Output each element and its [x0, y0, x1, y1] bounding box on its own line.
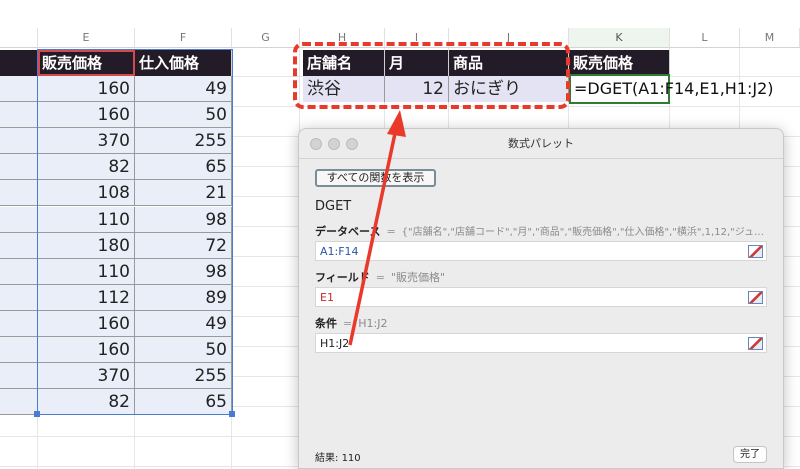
cell-sale-price[interactable]: 160	[38, 310, 135, 337]
column-header-m[interactable]: M	[740, 28, 800, 48]
column-header-l[interactable]: L	[670, 28, 740, 48]
cell-sale-price[interactable]: 370	[38, 363, 135, 390]
table-row-stub[interactable]	[0, 310, 38, 337]
formula-cell[interactable]: =DGET(A1:F14,E1,H1:J2)	[569, 74, 774, 104]
dialog-titlebar[interactable]: 数式パレット	[299, 129, 783, 159]
arg-criteria-eq: =	[343, 317, 353, 330]
arg-database-label-row: データベース = {"店舗名","店舗コード","月","商品","販売価格","仕…	[315, 223, 764, 239]
arg-field-label: フィールド	[315, 271, 370, 284]
arg-database-field[interactable]: A1:F14	[315, 241, 767, 261]
selection-fill-handle[interactable]	[229, 411, 235, 417]
cell-cost-price[interactable]: 255	[135, 128, 232, 155]
formula-palette-dialog: 数式パレット すべての関数を表示 DGET データベース = {"店舗名","店舗コ…	[298, 128, 784, 469]
table-row-stub[interactable]	[0, 284, 38, 311]
table-row-stub[interactable]	[0, 180, 38, 207]
table-row-stub[interactable]	[0, 232, 38, 259]
cell-cost-price[interactable]: 89	[135, 284, 232, 311]
table-row-stub[interactable]	[0, 76, 38, 102]
table-row-stub[interactable]	[0, 363, 38, 390]
arg-field-eq: =	[375, 271, 385, 284]
column-d-header-cell[interactable]	[0, 50, 38, 76]
result-row: 結果: 110	[315, 449, 361, 464]
cell-cost-price[interactable]: 255	[135, 363, 232, 390]
column-header-f[interactable]: F	[135, 28, 232, 48]
cell-sale-price[interactable]: 160	[38, 102, 135, 129]
arg-field-field[interactable]: E1	[315, 287, 767, 307]
cell-cost-price[interactable]: 49	[135, 76, 232, 102]
cell-cost-price[interactable]: 98	[135, 258, 232, 285]
cell-sale-price[interactable]: 82	[38, 154, 135, 181]
cell-sale-price[interactable]: 110	[38, 258, 135, 285]
arg-database-label: データベース	[315, 225, 381, 238]
cell-sale-price[interactable]: 112	[38, 284, 135, 311]
table-row-stub[interactable]	[0, 154, 38, 181]
cell-sale-price[interactable]: 160	[38, 76, 135, 102]
arg-criteria-value: H1:J2	[320, 337, 350, 350]
column-header-k[interactable]: K	[569, 28, 670, 48]
cell-sale-price[interactable]: 108	[38, 180, 135, 207]
cell-sale-price[interactable]: 370	[38, 128, 135, 155]
cell-cost-price[interactable]: 49	[135, 310, 232, 337]
range-select-icon[interactable]	[748, 291, 763, 304]
cell-sale-price[interactable]: 82	[38, 389, 135, 416]
cell-cost-price[interactable]: 65	[135, 389, 232, 416]
cell-sale-price[interactable]: 180	[38, 232, 135, 259]
table-row-stub[interactable]	[0, 206, 38, 233]
cell-cost-price[interactable]: 72	[135, 232, 232, 259]
function-name: DGET	[315, 199, 352, 214]
range-select-icon[interactable]	[748, 245, 763, 258]
header-cell-sale-price[interactable]: 販売価格	[38, 50, 135, 76]
arg-criteria-label-row: 条件 = H1:J2	[315, 315, 387, 331]
arg-criteria-field[interactable]: H1:J2	[315, 333, 767, 353]
cell-cost-price[interactable]: 50	[135, 337, 232, 363]
cell-sale-price[interactable]: 110	[38, 206, 135, 233]
result-header-cell[interactable]: 販売価格	[569, 50, 670, 76]
arg-criteria-preview: H1:J2	[358, 317, 388, 330]
show-all-functions-button[interactable]: すべての関数を表示	[315, 169, 436, 187]
criteria-highlight-annotation	[293, 42, 570, 109]
done-button[interactable]: 完了	[733, 446, 767, 463]
selection-corner-handle[interactable]	[34, 411, 40, 417]
arg-database-value: A1:F14	[320, 245, 359, 258]
header-cell-cost-price[interactable]: 仕入価格	[135, 50, 232, 76]
table-row-stub[interactable]	[0, 102, 38, 129]
arg-database-preview: {"店舗名","店舗コード","月","商品","販売価格","仕入価格","横…	[401, 227, 765, 238]
table-row-stub[interactable]	[0, 128, 38, 155]
column-header-g[interactable]: G	[232, 28, 300, 48]
cell-cost-price[interactable]: 50	[135, 102, 232, 129]
arg-database-eq: =	[386, 225, 396, 238]
arg-field-label-row: フィールド = "販売価格"	[315, 269, 445, 285]
table-row-stub[interactable]	[0, 258, 38, 285]
dialog-title: 数式パレット	[508, 137, 574, 150]
result-value: 110	[341, 453, 361, 464]
cell-cost-price[interactable]: 21	[135, 180, 232, 207]
cell-cost-price[interactable]: 98	[135, 206, 232, 233]
result-label: 結果:	[315, 453, 339, 464]
table-row-stub[interactable]	[0, 337, 38, 363]
arg-criteria-label: 条件	[315, 317, 337, 330]
table-row-stub[interactable]	[0, 389, 38, 416]
cell-sale-price[interactable]: 160	[38, 337, 135, 363]
cell-cost-price[interactable]: 65	[135, 154, 232, 181]
arg-field-preview: "販売価格"	[391, 271, 446, 284]
range-select-icon[interactable]	[748, 337, 763, 350]
column-header-e[interactable]: E	[38, 28, 135, 48]
column-header-d[interactable]	[0, 28, 38, 48]
arg-field-value: E1	[320, 291, 334, 304]
